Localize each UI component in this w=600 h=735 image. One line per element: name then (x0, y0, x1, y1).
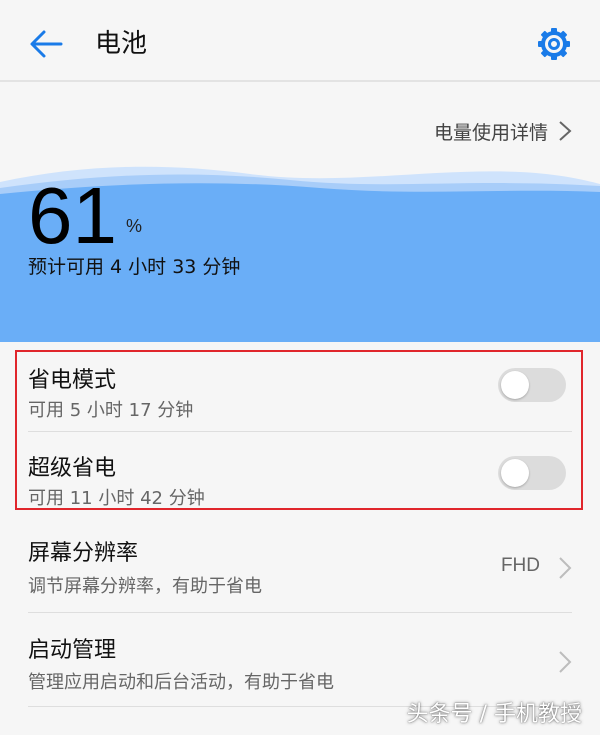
row-subtitle: 调节屏幕分辨率，有助于省电 (28, 576, 262, 597)
ultra-power-saving-toggle[interactable] (498, 456, 566, 490)
toggle-knob (501, 371, 529, 399)
screen-resolution-row[interactable]: 屏幕分辨率 调节屏幕分辨率，有助于省电 FHD (0, 525, 600, 611)
battery-estimate: 预计可用 4 小时 33 分钟 (28, 256, 241, 278)
watermark: 头条号 / 手机教授 (406, 702, 582, 727)
power-saving-toggle[interactable] (498, 368, 566, 402)
gear-icon (538, 28, 570, 60)
row-subtitle: 管理应用启动和后台活动，有助于省电 (28, 672, 334, 693)
row-title: 启动管理 (28, 638, 117, 663)
row-subtitle: 可用 5 小时 17 分钟 (28, 400, 194, 421)
startup-management-row[interactable]: 启动管理 管理应用启动和后台活动，有助于省电 (0, 620, 600, 706)
page-title: 电池 (95, 29, 148, 59)
divider (28, 612, 572, 613)
power-saving-mode-row[interactable]: 省电模式 可用 5 小时 17 分钟 (0, 352, 600, 432)
toggle-knob (501, 459, 529, 487)
battery-percent: 61 (28, 171, 117, 260)
ultra-power-saving-row[interactable]: 超级省电 可用 11 小时 42 分钟 (0, 440, 600, 512)
row-title: 超级省电 (28, 456, 117, 481)
row-title: 屏幕分辨率 (28, 541, 139, 566)
back-button[interactable] (24, 22, 68, 66)
resolution-value: FHD (500, 555, 540, 576)
chevron-right-icon (559, 557, 572, 579)
settings-button[interactable] (534, 24, 574, 64)
chevron-right-icon (559, 121, 572, 141)
usage-detail-link[interactable]: 电量使用详情 (434, 116, 572, 146)
back-arrow-icon (30, 30, 63, 58)
row-title: 省电模式 (28, 368, 117, 393)
percent-sign: % (126, 216, 143, 236)
app-header: 电池 (0, 0, 600, 82)
divider (28, 431, 572, 432)
chevron-right-icon (559, 651, 572, 673)
row-subtitle: 可用 11 小时 42 分钟 (28, 488, 205, 509)
usage-detail-label: 电量使用详情 (433, 121, 548, 144)
